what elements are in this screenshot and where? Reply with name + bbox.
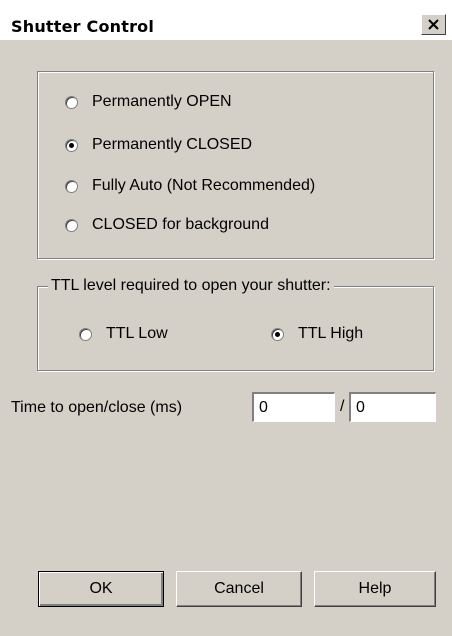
close-time-input[interactable] — [349, 392, 436, 422]
radio-permanently-closed[interactable]: Permanently CLOSED — [65, 133, 252, 157]
radio-fully-auto[interactable]: Fully Auto (Not Recommended) — [65, 174, 315, 198]
radio-button[interactable] — [65, 138, 78, 152]
close-icon — [428, 19, 439, 30]
radio-label: CLOSED for background — [92, 216, 269, 233]
ok-button[interactable]: OK — [38, 571, 164, 607]
radio-ttl-high[interactable]: TTL High — [271, 322, 363, 346]
radio-button[interactable] — [65, 218, 78, 232]
radio-ttl-low[interactable]: TTL Low — [79, 322, 168, 346]
radio-button[interactable] — [79, 327, 92, 341]
close-button[interactable] — [421, 14, 446, 35]
radio-label: Fully Auto (Not Recommended) — [92, 177, 316, 194]
radio-button[interactable] — [271, 327, 284, 341]
ttl-level-group: TTL level required to open your shutter:… — [37, 277, 434, 371]
radio-label: TTL Low — [106, 325, 168, 342]
radio-label: Permanently OPEN — [92, 93, 232, 110]
open-time-input[interactable] — [252, 392, 335, 422]
radio-button[interactable] — [65, 95, 78, 109]
cancel-button[interactable]: Cancel — [176, 571, 302, 607]
time-label: Time to open/close (ms) — [11, 399, 183, 416]
help-button[interactable]: Help — [314, 571, 436, 607]
shutter-mode-group: Permanently OPEN Permanently CLOSED Full… — [37, 71, 434, 259]
radio-dot-icon — [69, 142, 74, 148]
window-title: Shutter Control — [11, 17, 155, 36]
shutter-control-dialog: Shutter Control Permanently OPEN Permane… — [0, 0, 452, 636]
radio-button[interactable] — [65, 179, 78, 193]
group-caption: TTL level required to open your shutter: — [48, 277, 334, 295]
radio-dot-icon — [275, 331, 280, 337]
radio-permanently-open[interactable]: Permanently OPEN — [65, 90, 232, 114]
radio-closed-for-background[interactable]: CLOSED for background — [65, 213, 269, 237]
radio-label: TTL High — [298, 325, 364, 342]
title-bar[interactable]: Shutter Control — [0, 0, 452, 40]
time-separator: / — [340, 398, 345, 415]
radio-label: Permanently CLOSED — [92, 136, 253, 153]
